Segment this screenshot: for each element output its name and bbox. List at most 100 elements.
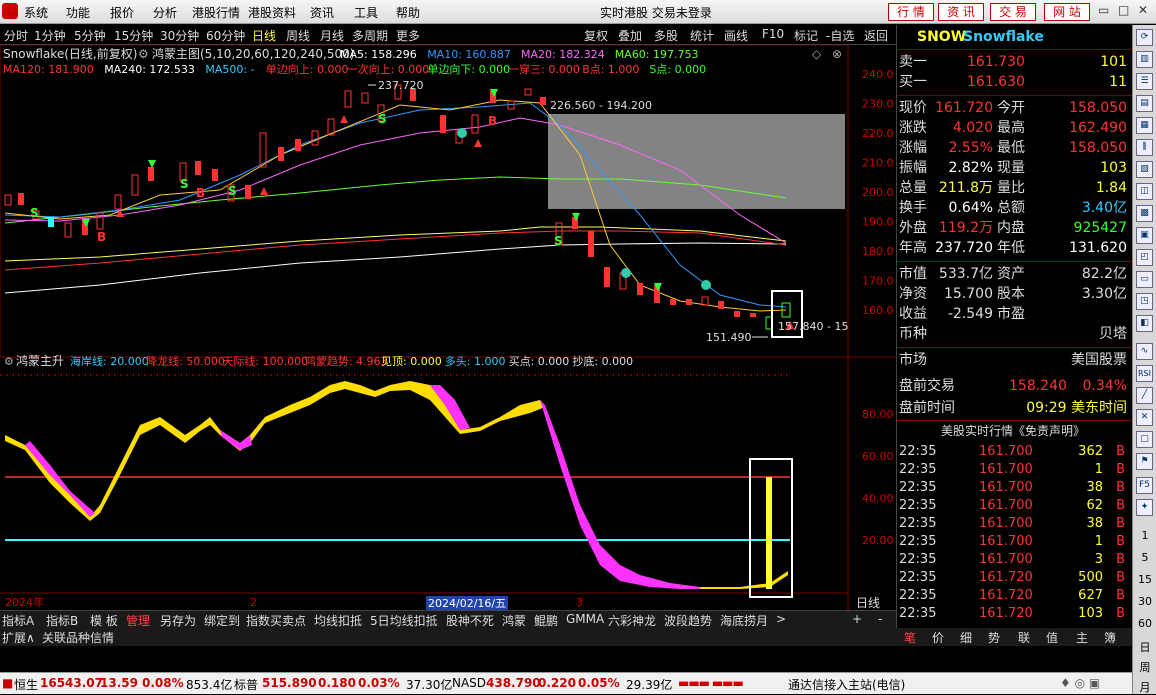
period-daily[interactable]: 日线 (252, 27, 276, 44)
sidebar-cols-icon[interactable]: ◧ (1136, 315, 1153, 332)
ticks-title-row[interactable]: 美股实时行情《免责声明》 (897, 421, 1133, 441)
tab-index-points[interactable]: 指数买卖点 (246, 612, 306, 629)
tab-indicator-a[interactable]: 指标A (2, 612, 34, 629)
stats-button[interactable]: 统计 (690, 27, 714, 44)
sidebar-kline-icon[interactable]: ⫼ (1136, 139, 1153, 156)
sidebar-wave-icon[interactable]: ∿ (1136, 343, 1153, 360)
menu-function[interactable]: 功能 (66, 4, 90, 21)
qtab-price[interactable]: 价 (932, 629, 944, 646)
sidebar-star-icon[interactable]: ✦ (1136, 499, 1153, 516)
tab-six-dragons[interactable]: 六彩神龙 (608, 612, 656, 629)
trade-button[interactable]: 交 易 (990, 3, 1036, 21)
sidebar-period-60[interactable]: 60 (1133, 617, 1156, 630)
sidebar-info-icon[interactable]: ▭ (1136, 271, 1153, 288)
close-icon[interactable]: ✕ (1138, 3, 1148, 17)
overlay-button[interactable]: 叠加 (618, 27, 642, 44)
sidebar-bars-icon[interactable]: ▤ (1136, 95, 1153, 112)
watchlist-button[interactable]: -自选 (826, 27, 854, 44)
extend-toggle[interactable]: 扩展∧ (2, 629, 35, 646)
related-products[interactable]: 关联品种信情 (42, 629, 114, 646)
period-more[interactable]: 更多 (396, 27, 420, 44)
sidebar-period-day[interactable]: 日 (1133, 639, 1156, 655)
tab-hongmeng[interactable]: 鸿蒙 (502, 612, 526, 629)
chart-settings-icon[interactable]: ⚙ (138, 47, 149, 61)
nq-label[interactable]: NASD (452, 676, 486, 690)
tab-5ma-deduct[interactable]: 5日均线扣抵 (370, 612, 438, 629)
period-weekly[interactable]: 周线 (286, 27, 310, 44)
status-icons[interactable]: ♦ ◎ ▣ (1060, 676, 1100, 690)
sidebar-period-15[interactable]: 15 (1133, 573, 1156, 586)
sidebar-box-icon[interactable]: ▢ (1136, 431, 1153, 448)
minimize-icon[interactable]: ▭ (1098, 3, 1109, 17)
menu-system[interactable]: 系统 (24, 4, 48, 21)
sidebar-layout-icon[interactable]: ◰ (1136, 249, 1153, 266)
sidebar-chart-icon[interactable]: ▥ (1136, 51, 1153, 68)
multi-stock-button[interactable]: 多股 (654, 27, 678, 44)
sub-settings-icon[interactable]: ⚙ (4, 355, 14, 368)
qtab-trend[interactable]: 势 (988, 629, 1000, 646)
tab-stock-god[interactable]: 股神不死 (446, 612, 494, 629)
sidebar-table-icon[interactable]: ▧ (1136, 161, 1153, 178)
chart-close-icon[interactable]: ⊗ (832, 47, 842, 61)
period-60min[interactable]: 60分钟 (206, 27, 245, 44)
hs-label[interactable]: 恒生 (14, 676, 38, 693)
tab-wave-trend[interactable]: 波段趋势 (664, 612, 712, 629)
sidebar-grid-icon[interactable]: ▦ (1136, 117, 1153, 134)
sidebar-window-icon[interactable]: ▣ (1136, 227, 1153, 244)
tab-bind-to[interactable]: 绑定到 (204, 612, 240, 629)
sidebar-period-week[interactable]: 周 (1133, 659, 1156, 675)
period-multi[interactable]: 多周期 (352, 27, 388, 44)
tab-bottom-fishing[interactable]: 海底捞月 (720, 612, 768, 629)
tab-remove[interactable]: - (878, 612, 882, 626)
diamond-icon[interactable]: ◇ (812, 47, 822, 61)
period-1min[interactable]: 1分钟 (34, 27, 66, 44)
period-timeshare[interactable]: 分时 (4, 27, 28, 44)
menu-analysis[interactable]: 分析 (153, 4, 177, 21)
mark-button[interactable]: 标记 (794, 27, 818, 44)
sidebar-line-icon[interactable]: ╱ (1136, 387, 1153, 404)
tab-indicator-b[interactable]: 指标B (46, 612, 78, 629)
menu-quote[interactable]: 报价 (110, 4, 134, 21)
news-button[interactable]: 资 讯 (938, 3, 984, 21)
period-monthly[interactable]: 月线 (320, 27, 344, 44)
sidebar-period-5[interactable]: 5 (1133, 551, 1156, 564)
sidebar-cross-icon[interactable]: ✕ (1136, 409, 1153, 426)
period-5min[interactable]: 5分钟 (74, 27, 106, 44)
back-button[interactable]: 返回 (864, 27, 888, 44)
qtab-value[interactable]: 值 (1046, 629, 1058, 646)
tab-add[interactable]: + (852, 612, 862, 626)
sidebar-split-icon[interactable]: ◫ (1136, 183, 1153, 200)
menu-news[interactable]: 资讯 (310, 4, 334, 21)
chart-area[interactable]: Snowflake(日线,前复权) ⚙ 鸿蒙主图(5,10,20,60,120,… (0, 44, 896, 628)
period-15min[interactable]: 15分钟 (114, 27, 153, 44)
maximize-icon[interactable]: □ (1118, 3, 1129, 17)
qtab-book[interactable]: 簿 (1104, 629, 1116, 646)
qtab-detail[interactable]: 细 (960, 629, 972, 646)
draw-button[interactable]: 画线 (724, 27, 748, 44)
sidebar-refresh-icon[interactable]: ⟳ (1136, 29, 1153, 46)
sidebar-period-30[interactable]: 30 (1133, 595, 1156, 608)
sidebar-panel-icon[interactable]: ◳ (1136, 293, 1153, 310)
sidebar-multi-icon[interactable]: ▩ (1136, 205, 1153, 222)
quote-button[interactable]: 行 情 (888, 3, 934, 21)
sell1-row[interactable]: 卖一 161.730 101 (897, 52, 1133, 72)
tab-gmma[interactable]: GMMA (566, 612, 604, 626)
qtab-main[interactable]: 主 (1076, 629, 1088, 646)
menu-hk-info[interactable]: 港股资料 (248, 4, 296, 21)
qtab-link[interactable]: 联 (1018, 629, 1030, 646)
menu-help[interactable]: 帮助 (396, 4, 420, 21)
tab-save-as[interactable]: 另存为 (160, 612, 196, 629)
menu-hk-quote[interactable]: 港股行情 (192, 4, 240, 21)
buy1-row[interactable]: 买一 161.630 11 (897, 72, 1133, 92)
sidebar-f5-icon[interactable]: F5 (1136, 477, 1153, 494)
website-button[interactable]: 网 站 (1044, 3, 1090, 21)
menu-tools[interactable]: 工具 (354, 4, 378, 21)
sp-label[interactable]: 标普 (234, 676, 258, 693)
sidebar-flag-icon[interactable]: ⚑ (1136, 453, 1153, 470)
sidebar-period-1[interactable]: 1 (1133, 529, 1156, 542)
qtab-trades[interactable]: 笔 (904, 629, 916, 646)
tab-ma-deduct[interactable]: 均线扣抵 (314, 612, 362, 629)
sidebar-period-month[interactable]: 月 (1133, 679, 1156, 695)
period-30min[interactable]: 30分钟 (160, 27, 199, 44)
tab-kunpeng[interactable]: 鲲鹏 (534, 612, 558, 629)
